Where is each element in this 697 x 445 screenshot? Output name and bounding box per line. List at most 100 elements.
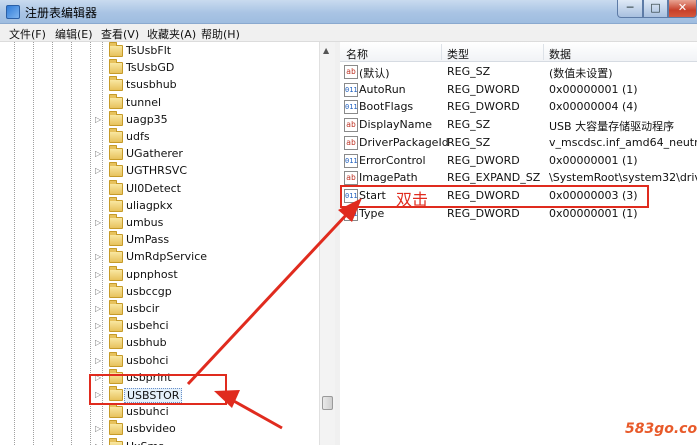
menu-edit[interactable]: 编辑(E) [55, 26, 93, 42]
values-header: 名称 类型 数据 [340, 42, 697, 62]
expand-arrow-icon[interactable]: ▷ [95, 218, 101, 227]
menu-help[interactable]: 帮助(H) [201, 26, 240, 42]
tree-item-usbhub[interactable]: ▷ usbhub [95, 334, 325, 352]
folder-icon [109, 214, 123, 229]
value-data: 0x00000001 (1) [549, 206, 638, 220]
tree-item-usbccgp[interactable]: ▷ usbccgp [95, 282, 325, 301]
menu-view[interactable]: 查看(V) [101, 26, 139, 42]
column-data-header[interactable]: 数据 [549, 46, 571, 62]
value-row-bootflags[interactable]: 011 BootFlags REG_DWORD 0x00000004 (4) [340, 98, 697, 116]
tree-item-umrdpservice[interactable]: ▷ UmRdpService [95, 248, 325, 266]
folder-icon [109, 196, 123, 212]
tree-item-tsusbgd[interactable]: TsUsbGD [95, 59, 325, 77]
tree-item-uagp35[interactable]: ▷ uagp35 [95, 110, 325, 129]
tree-item-upnphost[interactable]: ▷ upnphost [95, 265, 325, 284]
expand-arrow-icon[interactable]: ▷ [95, 115, 101, 124]
expand-arrow-icon[interactable]: ▷ [95, 252, 101, 261]
tree-item-usbohci[interactable]: ▷ usbohci [95, 351, 325, 370]
value-type: REG_SZ [447, 65, 491, 78]
expand-arrow-icon[interactable]: ▷ [95, 442, 101, 445]
tree-item-uliagpkx[interactable]: uliagpkx [95, 196, 325, 215]
tree-item-label: UmPass [126, 233, 170, 247]
folder-icon [109, 110, 123, 126]
value-row-autorun[interactable]: 011 AutoRun REG_DWORD 0x00000001 (1) [340, 81, 697, 99]
expand-arrow-icon[interactable]: ▷ [95, 287, 101, 296]
tree-item-umpass[interactable]: UmPass [95, 231, 325, 249]
tree-item-usbuhci[interactable]: usbuhci [95, 403, 325, 421]
tree-item-udfs[interactable]: udfs [95, 128, 325, 146]
tree-item-label: upnphost [126, 267, 178, 281]
expand-arrow-icon[interactable]: ▷ [95, 356, 101, 365]
menu-file[interactable]: 文件(F) [9, 26, 46, 42]
tree-item-label: usbccgp [126, 284, 172, 298]
folder-icon [109, 145, 123, 161]
tree-item-label: usbuhci [126, 405, 169, 419]
column-name-header[interactable]: 名称 [346, 46, 368, 62]
tree-scrollbar[interactable]: ▲ [319, 42, 335, 445]
tree-item-label: usbhub [126, 336, 167, 350]
value-type: REG_DWORD [447, 153, 520, 167]
window-title: 注册表编辑器 [25, 6, 98, 20]
value-data: USB 大容量存储驱动程序 [549, 120, 675, 134]
scroll-up-arrow-icon[interactable]: ▲ [323, 46, 329, 55]
binary-value-icon: 011 [344, 206, 358, 221]
folder-icon [109, 231, 123, 247]
expand-arrow-icon[interactable]: ▷ [95, 304, 101, 313]
value-data: v_mscdsc.inf_amd64_neutral_ [549, 135, 697, 149]
value-name: DriverPackageId [359, 135, 449, 149]
tree-item-ugatherer[interactable]: ▷ UGatherer [95, 145, 325, 163]
expand-arrow-icon[interactable]: ▷ [95, 166, 101, 175]
binary-value-icon: 011 [344, 100, 358, 115]
value-type: REG_DWORD [447, 82, 520, 96]
folder-icon [109, 334, 123, 350]
tree-item-label: UGTHRSVC [126, 164, 188, 178]
string-value-icon: ab [344, 118, 358, 133]
tree-item-usbehci[interactable]: ▷ usbehci [95, 317, 325, 335]
value-row-默认[interactable]: ab (默认) REG_SZ (数值未设置) [340, 63, 697, 81]
binary-value-icon: 011 [344, 153, 358, 168]
expand-arrow-icon[interactable]: ▷ [95, 149, 101, 158]
expand-arrow-icon[interactable]: ▷ [95, 338, 101, 347]
tree-item-tunnel[interactable]: tunnel [95, 93, 325, 112]
maximize-button[interactable]: □ [643, 0, 668, 18]
folder-icon [109, 420, 123, 436]
tree-item-usbcir[interactable]: ▷ usbcir [95, 300, 325, 318]
tree-item-label: uliagpkx [126, 198, 173, 212]
value-row-driverpackageid[interactable]: ab DriverPackageId REG_SZ v_mscdsc.inf_amd6… [340, 134, 697, 152]
value-data: 0x00000004 (4) [549, 100, 638, 114]
value-type: REG_SZ [447, 135, 491, 149]
menu-favorites[interactable]: 收藏夹(A) [147, 26, 196, 42]
tree-item-ugthrsvc[interactable]: ▷ UGTHRSVC [95, 162, 325, 180]
expand-arrow-icon[interactable]: ▷ [95, 321, 101, 330]
close-button[interactable]: ✕ [668, 0, 697, 18]
value-data: (数值未设置) [549, 67, 613, 80]
site-watermark: 583go.com [625, 421, 697, 437]
expand-arrow-icon[interactable]: ▷ [95, 424, 101, 433]
value-row-displayname[interactable]: ab DisplayName REG_SZ USB 大容量存储驱动程序 [340, 116, 697, 134]
tree-item-ui0detect[interactable]: UI0Detect [95, 179, 325, 198]
column-type-header[interactable]: 类型 [447, 46, 469, 62]
regedit-app-icon [6, 5, 20, 19]
value-row-errorcontrol[interactable]: 011 ErrorControl REG_DWORD 0x00000001 (1) [340, 152, 697, 170]
values-list[interactable]: 名称 类型 数据 ab (默认) REG_SZ (数值未设置) 011 AutoRun RE… [340, 42, 697, 445]
folder-icon [109, 351, 123, 367]
expand-arrow-icon[interactable]: ▷ [95, 270, 101, 279]
folder-icon [109, 282, 123, 298]
tree-item-uxsms[interactable]: ▷ UxSms [95, 437, 325, 445]
double-click-annotation: 双击 [396, 190, 429, 209]
tree-item-label: uagp35 [126, 112, 168, 126]
minimize-button[interactable]: ─ [617, 0, 643, 18]
usbstor-highlight-box [89, 374, 227, 405]
scrollbar-thumb[interactable] [322, 396, 333, 410]
folder-icon [109, 437, 123, 445]
tree-item-usbvideo[interactable]: ▷ usbvideo [95, 420, 325, 438]
string-value-icon: ab [344, 171, 358, 186]
tree-item-label: UGatherer [126, 147, 183, 161]
tree-item-tsusbflt[interactable]: TsUsbFlt [95, 42, 325, 60]
string-value-icon: ab [344, 135, 358, 150]
string-value-icon: ab [344, 65, 358, 79]
tree-item-tsusbhub[interactable]: tsusbhub [95, 76, 325, 94]
value-name: DisplayName [359, 118, 432, 132]
folder-icon [109, 265, 123, 281]
tree-item-umbus[interactable]: ▷ umbus [95, 214, 325, 232]
